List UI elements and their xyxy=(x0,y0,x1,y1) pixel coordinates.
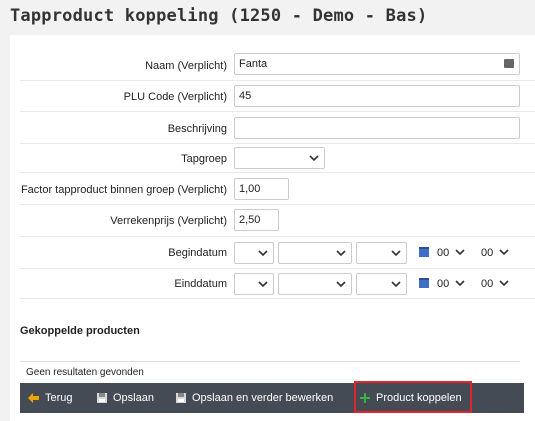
chevron-down-icon xyxy=(336,250,346,257)
begindatum-minute-select[interactable]: 00 xyxy=(476,242,514,264)
page-title: Tapproduct koppeling (1250 - Demo - Bas) xyxy=(10,6,428,26)
verrekenprijs-input[interactable]: 2,50 xyxy=(234,209,279,231)
tapgroep-select[interactable] xyxy=(234,147,325,169)
begindatum-year-select[interactable] xyxy=(356,242,407,264)
save-continue-button[interactable]: Opslaan en verder bewerken xyxy=(176,383,333,413)
save-continue-button-label: Opslaan en verder bewerken xyxy=(192,392,334,404)
chevron-down-icon xyxy=(499,280,509,287)
chevron-down-icon xyxy=(455,280,465,287)
einddatum-month-select[interactable] xyxy=(278,273,352,295)
begindatum-month-select[interactable] xyxy=(278,242,352,264)
naam-label: Naam (Verplicht) xyxy=(145,60,227,72)
back-button[interactable]: Terug xyxy=(28,383,73,413)
row-plu: PLU Code (Verplicht) 45 xyxy=(20,81,535,112)
back-button-label: Terug xyxy=(45,392,73,404)
chevron-down-icon xyxy=(391,250,401,257)
begindatum-hour-value: 00 xyxy=(437,247,450,259)
einddatum-minute-select[interactable]: 00 xyxy=(476,273,514,295)
arrow-left-icon xyxy=(28,393,39,403)
factor-input[interactable]: 1,00 xyxy=(234,178,289,200)
einddatum-hour-value: 00 xyxy=(437,278,450,290)
row-naam: Naam (Verplicht) Fanta xyxy=(20,50,535,81)
naam-input[interactable]: Fanta xyxy=(234,53,520,75)
calendar-icon[interactable] xyxy=(419,247,429,257)
save-button[interactable]: Opslaan xyxy=(97,383,154,413)
einddatum-day-select[interactable] xyxy=(234,273,274,295)
empty-results-text: Geen resultaten gevonden xyxy=(26,367,144,378)
chevron-down-icon xyxy=(258,281,268,288)
empty-results: Geen resultaten gevonden xyxy=(20,361,520,382)
row-beschrijving: Beschrijving xyxy=(20,112,535,144)
begindatum-label: Begindatum xyxy=(168,247,227,259)
row-tapgroep: Tapgroep xyxy=(20,144,535,173)
beschrijving-label: Beschrijving xyxy=(167,123,227,135)
calendar-icon[interactable] xyxy=(419,278,429,288)
floppy-disk-icon xyxy=(97,393,107,403)
linked-products-title: Gekoppelde producten xyxy=(20,325,140,337)
begindatum-day-select[interactable] xyxy=(234,242,274,264)
row-factor: Factor tapproduct binnen groep (Verplich… xyxy=(20,173,535,205)
chevron-down-icon xyxy=(258,250,268,257)
plu-input[interactable]: 45 xyxy=(234,85,520,107)
row-einddatum: Einddatum 00 00 xyxy=(20,269,535,299)
chevron-down-icon xyxy=(336,281,346,288)
floppy-disk-icon xyxy=(176,393,186,403)
beschrijving-input[interactable] xyxy=(234,117,520,139)
verrekenprijs-label: Verrekenprijs (Verplicht) xyxy=(110,215,227,227)
einddatum-minute-value: 00 xyxy=(481,278,494,290)
einddatum-year-select[interactable] xyxy=(356,273,407,295)
plu-label: PLU Code (Verplicht) xyxy=(123,91,227,103)
factor-label: Factor tapproduct binnen groep (Verplich… xyxy=(20,184,227,196)
einddatum-hour-select[interactable]: 00 xyxy=(432,273,470,295)
begindatum-hour-select[interactable]: 00 xyxy=(432,242,470,264)
highlight-box xyxy=(354,381,472,413)
einddatum-label: Einddatum xyxy=(174,278,227,290)
save-button-label: Opslaan xyxy=(113,392,154,404)
row-verrekenprijs: Verrekenprijs (Verplicht) 2,50 xyxy=(20,205,535,237)
chevron-down-icon xyxy=(455,249,465,256)
tapgroep-label: Tapgroep xyxy=(181,153,227,165)
chevron-down-icon xyxy=(391,281,401,288)
begindatum-minute-value: 00 xyxy=(481,247,494,259)
row-begindatum: Begindatum 00 00 xyxy=(20,237,535,269)
chevron-down-icon xyxy=(499,249,509,256)
contact-card-icon[interactable] xyxy=(504,59,514,68)
chevron-down-icon xyxy=(309,155,319,162)
